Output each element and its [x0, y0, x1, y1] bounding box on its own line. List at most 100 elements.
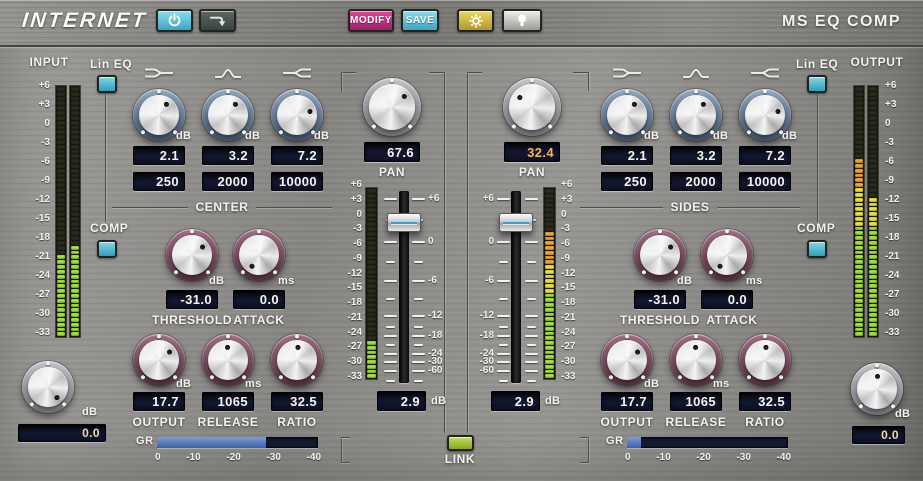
pan-right-knob[interactable] — [503, 78, 561, 136]
center-threshold-knob[interactable] — [166, 229, 218, 281]
pan-right-display[interactable]: 32.4 — [504, 142, 560, 162]
sides-threshold-knob[interactable] — [634, 229, 686, 281]
led-segment — [367, 275, 376, 279]
value: 3.2 — [697, 148, 716, 163]
led-segment — [57, 222, 65, 226]
center-eq-mid-freq-display[interactable]: 2000 — [202, 172, 254, 191]
sides-eq-low-gain-display[interactable]: 2.1 — [601, 146, 653, 165]
led-segment — [545, 298, 554, 302]
fader-tick-major — [525, 370, 538, 372]
center-attack-knob[interactable] — [233, 229, 285, 281]
scale-label: -12 — [561, 269, 589, 279]
fader-tick-major — [412, 315, 425, 317]
led-segment — [545, 360, 554, 364]
fader-tick-major — [412, 361, 425, 363]
knob-ring-marker — [240, 269, 246, 275]
led-segment — [869, 284, 877, 288]
led-segment — [71, 289, 79, 293]
led-segment — [57, 246, 65, 250]
high-shelf-icon — [282, 66, 312, 80]
led-segment — [367, 213, 376, 217]
sides-gr-meter — [627, 437, 788, 448]
knob-ring-marker — [157, 90, 161, 94]
fader-tick-minor — [386, 261, 395, 263]
input-trim-knob[interactable] — [22, 361, 74, 413]
divider-line — [718, 207, 801, 208]
redo-button[interactable] — [199, 9, 236, 32]
sides-eq-mid-unit: dB — [713, 130, 728, 142]
led-segment — [71, 304, 79, 308]
fader-tick-minor — [499, 344, 508, 346]
center-threshold-display[interactable]: -31.0 — [166, 290, 218, 309]
modify-button[interactable]: MODIFY — [348, 9, 394, 32]
led-segment — [869, 169, 877, 173]
input-trim-display[interactable]: 0.0 — [18, 424, 106, 442]
sides-eq-high-gain-display[interactable]: 7.2 — [739, 146, 791, 165]
center-comp-button[interactable] — [97, 240, 117, 258]
sides-attack-display[interactable]: 0.0 — [701, 290, 753, 309]
led-segment — [545, 227, 554, 231]
center-lineq-button[interactable] — [97, 75, 117, 93]
center-eq-high-freq-display[interactable]: 10000 — [271, 172, 323, 191]
bulb-button[interactable] — [502, 9, 542, 32]
pan-left-display[interactable]: 67.6 — [364, 142, 420, 162]
power-button[interactable] — [156, 9, 193, 32]
center-release-display[interactable]: 1065 — [202, 392, 254, 411]
sides-eq-mid-freq-display[interactable]: 2000 — [670, 172, 722, 191]
center-ratio-display[interactable]: 32.5 — [271, 392, 323, 411]
led-segment — [57, 227, 65, 231]
led-segment — [71, 212, 79, 216]
fader-tick-major — [384, 280, 397, 282]
sides-eq-high-freq-display[interactable]: 10000 — [739, 172, 791, 191]
knob-ring-marker — [725, 230, 729, 234]
fader-left-handle[interactable] — [387, 213, 421, 232]
output-trim-display[interactable]: 0.0 — [852, 426, 905, 444]
sides-ratio-knob[interactable] — [739, 334, 791, 386]
center-attack-display[interactable]: 0.0 — [233, 290, 285, 309]
led-segment — [869, 145, 877, 149]
settings-button[interactable] — [457, 9, 494, 32]
center-output-display[interactable]: 17.7 — [133, 392, 185, 411]
fader-tick-minor — [527, 326, 536, 328]
led-segment — [869, 121, 877, 125]
save-button[interactable]: SAVE — [401, 9, 439, 32]
sides-eq-mid-gain-display[interactable]: 3.2 — [670, 146, 722, 165]
sides-threshold-display[interactable]: -31.0 — [634, 290, 686, 309]
fader-tick-major — [497, 353, 510, 355]
fader-left-display[interactable]: 2.9 — [377, 391, 426, 411]
center-ratio-knob[interactable] — [271, 334, 323, 386]
value: 17.7 — [620, 394, 647, 409]
peak-icon — [213, 66, 243, 80]
fader-right-display[interactable]: 2.9 — [491, 391, 540, 411]
sides-lineq-button[interactable] — [807, 75, 827, 93]
led-segment — [71, 255, 79, 259]
knob-face — [607, 340, 647, 380]
scale-label: -15 — [334, 283, 362, 293]
sides-release-display[interactable]: 1065 — [670, 392, 722, 411]
center-eq-high-gain-display[interactable]: 7.2 — [271, 146, 323, 165]
fader-tick-major — [525, 241, 538, 243]
center-ratio-label: RATIO — [255, 415, 339, 429]
knob-ring-marker — [140, 374, 146, 380]
value: -31.0 — [648, 292, 680, 307]
led-segment — [869, 126, 877, 130]
scale-label: -9 — [14, 176, 50, 186]
scale-label: -3 — [561, 224, 589, 234]
center-eq-low-freq-display[interactable]: 250 — [133, 172, 185, 191]
led-segment — [855, 313, 863, 317]
center-eq-low-gain-display[interactable]: 2.1 — [133, 146, 185, 165]
fader-right-handle[interactable] — [499, 213, 533, 232]
fader-scale-label: 0 — [428, 237, 434, 246]
pan-left-knob[interactable] — [363, 78, 421, 136]
sides-output-display[interactable]: 17.7 — [601, 392, 653, 411]
led-segment — [855, 145, 863, 149]
center-eq-mid-gain-display[interactable]: 3.2 — [202, 146, 254, 165]
link-button[interactable] — [447, 435, 474, 451]
fader-tick-minor — [414, 298, 423, 300]
sides-comp-button[interactable] — [807, 240, 827, 258]
bulb-icon — [515, 13, 529, 28]
sides-attack-knob[interactable] — [701, 229, 753, 281]
sides-eq-low-freq-display[interactable]: 250 — [601, 172, 653, 191]
sides-ratio-display[interactable]: 32.5 — [739, 392, 791, 411]
knob-ring-marker — [778, 374, 784, 380]
